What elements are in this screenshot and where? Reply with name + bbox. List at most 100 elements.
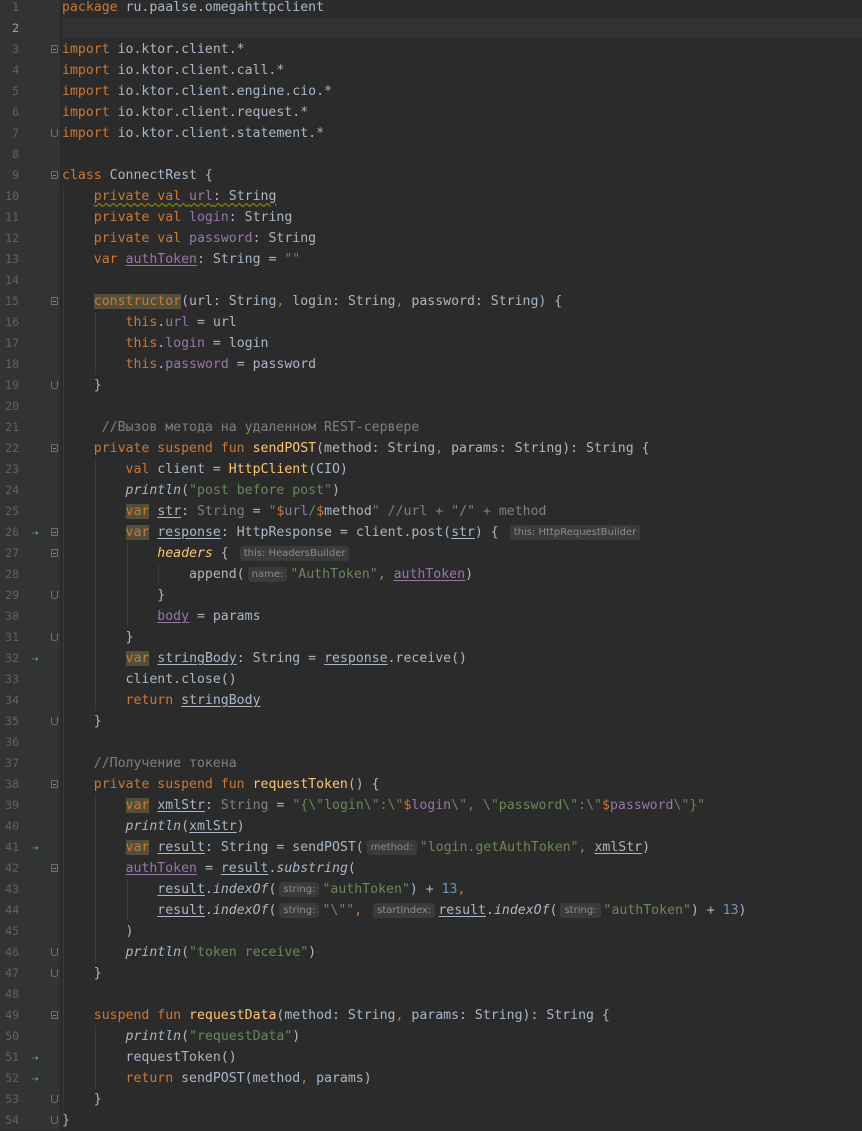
fold-end-icon[interactable]: [51, 591, 58, 599]
code-text[interactable]: ): [62, 921, 862, 942]
code-text[interactable]: var authToken: String = "": [62, 249, 862, 270]
fold-expand-icon[interactable]: [51, 528, 58, 536]
code-text[interactable]: }: [62, 585, 862, 606]
line-number[interactable]: 35: [0, 711, 19, 732]
code-text[interactable]: }: [62, 1089, 862, 1110]
code-text[interactable]: private val url: String: [62, 186, 862, 207]
fold-end-icon[interactable]: [51, 633, 58, 641]
code-text[interactable]: }: [62, 375, 862, 396]
line-number[interactable]: 36: [0, 732, 19, 753]
code-line[interactable]: 46 println("token receive"): [0, 942, 862, 963]
line-number[interactable]: 10: [0, 186, 19, 207]
code-text[interactable]: private val password: String: [62, 228, 862, 249]
code-line[interactable]: 3 import io.ktor.client.*: [0, 39, 862, 60]
code-text[interactable]: client.close(): [62, 669, 862, 690]
suspend-call-icon[interactable]: ⇢: [27, 837, 43, 858]
line-number[interactable]: 34: [0, 690, 19, 711]
line-number[interactable]: 1: [0, 0, 19, 18]
code-text[interactable]: class ConnectRest {: [62, 165, 862, 186]
code-line[interactable]: 35 }: [0, 711, 862, 732]
code-line[interactable]: 51 ⇢ requestToken(): [0, 1047, 862, 1068]
code-line[interactable]: 44 result.indexOf(string: "\"", startInde…: [0, 900, 862, 921]
code-line[interactable]: 19 }: [0, 375, 862, 396]
line-number[interactable]: 38: [0, 774, 19, 795]
code-text[interactable]: val client = HttpClient(CIO): [62, 459, 862, 480]
code-line[interactable]: 8: [0, 144, 862, 165]
fold-end-icon[interactable]: [51, 969, 58, 977]
code-text[interactable]: constructor(url: String, login: String, …: [62, 291, 862, 312]
line-number[interactable]: 15: [0, 291, 19, 312]
code-line[interactable]: 12 private val password: String: [0, 228, 862, 249]
fold-expand-icon[interactable]: [51, 297, 58, 305]
code-text[interactable]: [62, 270, 862, 291]
code-text[interactable]: result.indexOf(string: "\"", startIndex: r…: [62, 900, 862, 921]
line-number[interactable]: 43: [0, 879, 19, 900]
code-line[interactable]: 15 constructor(url: String, login: Strin…: [0, 291, 862, 312]
fold-expand-icon[interactable]: [51, 1011, 58, 1019]
code-line[interactable]: 39 var xmlStr: String = "{\"login\":\" $ l…: [0, 795, 862, 816]
line-number[interactable]: 16: [0, 312, 19, 333]
fold-end-icon[interactable]: [51, 717, 58, 725]
code-text[interactable]: //Получение токена: [62, 753, 862, 774]
line-number[interactable]: 4: [0, 60, 19, 81]
code-line[interactable]: 14: [0, 270, 862, 291]
line-number[interactable]: 11: [0, 207, 19, 228]
code-line[interactable]: 11 private val login: String: [0, 207, 862, 228]
code-text[interactable]: println("token receive"): [62, 942, 862, 963]
fold-end-icon[interactable]: [51, 381, 58, 389]
code-line[interactable]: 17 this.login = login: [0, 333, 862, 354]
code-text[interactable]: }: [62, 963, 862, 984]
code-text[interactable]: private suspend fun sendPOST(method: Str…: [62, 438, 862, 459]
line-number[interactable]: 7: [0, 123, 19, 144]
code-line[interactable]: 28 append(name: "AuthToken", authToken): [0, 564, 862, 585]
code-text[interactable]: [62, 984, 862, 1005]
line-number[interactable]: 30: [0, 606, 19, 627]
suspend-call-icon[interactable]: ⇢: [27, 522, 43, 543]
code-text[interactable]: }: [62, 1110, 862, 1131]
code-line[interactable]: 30 body = params: [0, 606, 862, 627]
line-number[interactable]: 48: [0, 984, 19, 1005]
code-line[interactable]: 31 }: [0, 627, 862, 648]
fold-expand-icon[interactable]: [51, 864, 58, 872]
code-text[interactable]: import io.ktor.client.request.*: [62, 102, 862, 123]
line-number[interactable]: 8: [0, 144, 19, 165]
code-text[interactable]: result.indexOf(string: "authToken") + 13,: [62, 879, 862, 900]
code-line[interactable]: 10 private val url: String: [0, 186, 862, 207]
code-line[interactable]: 36: [0, 732, 862, 753]
line-number[interactable]: 32: [0, 648, 19, 669]
line-number[interactable]: 19: [0, 375, 19, 396]
code-text[interactable]: var response: HttpResponse = client.post…: [62, 522, 862, 543]
fold-expand-icon[interactable]: [51, 780, 58, 788]
code-text[interactable]: this.url = url: [62, 312, 862, 333]
code-text[interactable]: println("post before post"): [62, 480, 862, 501]
code-line[interactable]: 33 client.close(): [0, 669, 862, 690]
line-number[interactable]: 54: [0, 1110, 19, 1131]
line-number[interactable]: 17: [0, 333, 19, 354]
line-number[interactable]: 40: [0, 816, 19, 837]
code-line[interactable]: 54}: [0, 1110, 862, 1131]
code-line[interactable]: 29 }: [0, 585, 862, 606]
suspend-call-icon[interactable]: ⇢: [27, 1068, 43, 1089]
line-number[interactable]: 50: [0, 1026, 19, 1047]
code-text[interactable]: var result: String = sendPOST(method: "lo…: [62, 837, 862, 858]
line-number[interactable]: 6: [0, 102, 19, 123]
code-text[interactable]: requestToken(): [62, 1047, 862, 1068]
code-text[interactable]: [62, 732, 862, 753]
code-text[interactable]: this.login = login: [62, 333, 862, 354]
code-line[interactable]: 42 authToken = result.substring(: [0, 858, 862, 879]
code-line[interactable]: 6 import io.ktor.client.request.*: [0, 102, 862, 123]
line-number[interactable]: 20: [0, 396, 19, 417]
code-line[interactable]: 43 result.indexOf(string: "authToken") + …: [0, 879, 862, 900]
fold-expand-icon[interactable]: [51, 549, 58, 557]
code-line[interactable]: 23 val client = HttpClient(CIO): [0, 459, 862, 480]
code-line[interactable]: 22 private suspend fun sendPOST(method: …: [0, 438, 862, 459]
code-text[interactable]: package ru.paalse.omegahttpclient: [62, 0, 862, 18]
code-line[interactable]: 32 ⇢ var stringBody: String = response.re…: [0, 648, 862, 669]
code-text[interactable]: private suspend fun requestToken() {: [62, 774, 862, 795]
code-line[interactable]: 50 println("requestData"): [0, 1026, 862, 1047]
line-number[interactable]: 12: [0, 228, 19, 249]
line-number[interactable]: 44: [0, 900, 19, 921]
code-line[interactable]: 4 import io.ktor.client.call.*: [0, 60, 862, 81]
code-line[interactable]: 45 ): [0, 921, 862, 942]
code-line[interactable]: 1 package ru.paalse.omegahttpclient: [0, 0, 862, 18]
